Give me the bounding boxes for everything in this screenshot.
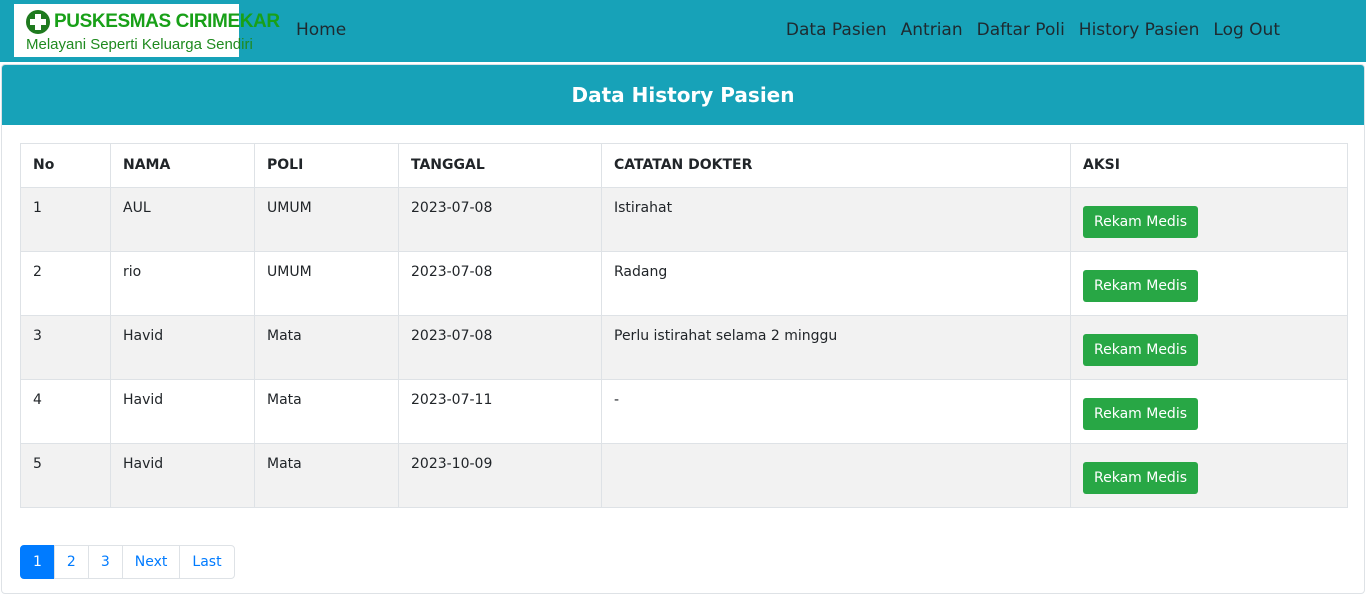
cell-poli: Mata — [254, 315, 399, 380]
cell-aksi: Rekam Medis — [1070, 251, 1348, 316]
cell-nama: Havid — [110, 379, 255, 444]
cell-catatan: Istirahat — [601, 187, 1071, 252]
nav-history-pasien-link[interactable]: History Pasien — [1079, 20, 1200, 40]
col-header-catatan: CATATAN DOKTER — [601, 143, 1071, 188]
cell-tanggal: 2023-07-08 — [398, 315, 602, 380]
nav-logout-link[interactable]: Log Out — [1213, 20, 1280, 40]
cell-no: 3 — [20, 315, 111, 380]
cell-no: 4 — [20, 379, 111, 444]
cell-poli: Mata — [254, 443, 399, 508]
col-header-aksi: AKSI — [1070, 143, 1348, 188]
cell-no: 1 — [20, 187, 111, 252]
next-page-link[interactable]: Next — [121, 545, 181, 579]
history-table: No NAMA POLI TANGGAL CATATAN DOKTER AKSI… — [20, 143, 1348, 508]
cell-aksi: Rekam Medis — [1070, 315, 1348, 380]
cell-tanggal: 2023-07-08 — [398, 251, 602, 316]
cell-no: 5 — [20, 443, 111, 508]
cell-poli: UMUM — [254, 251, 399, 316]
nav-menu: Data Pasien Antrian Daftar Poli History … — [786, 20, 1280, 40]
table-row: 5 Havid Mata 2023-10-09 Rekam Medis — [20, 443, 1348, 508]
cell-tanggal: 2023-07-08 — [398, 187, 602, 252]
nav-daftar-poli-link[interactable]: Daftar Poli — [977, 20, 1065, 40]
cell-nama: Havid — [110, 443, 255, 508]
nav-home-link[interactable]: Home — [296, 20, 346, 40]
cell-nama: AUL — [110, 187, 255, 252]
cell-nama: rio — [110, 251, 255, 316]
table-row: 4 Havid Mata 2023-07-11 - Rekam Medis — [20, 379, 1348, 444]
table-header-row: No NAMA POLI TANGGAL CATATAN DOKTER AKSI — [20, 143, 1348, 188]
col-header-no: No — [20, 143, 111, 188]
col-header-tanggal: TANGGAL — [398, 143, 602, 188]
cell-poli: UMUM — [254, 187, 399, 252]
last-page-link[interactable]: Last — [179, 545, 235, 579]
page-1-link[interactable]: 1 — [20, 545, 55, 579]
rekam-medis-button[interactable]: Rekam Medis — [1083, 270, 1199, 302]
rekam-medis-button[interactable]: Rekam Medis — [1083, 334, 1199, 366]
history-card: Data History Pasien No NAMA POLI TANGGAL… — [1, 64, 1365, 594]
page-3-link[interactable]: 3 — [87, 545, 123, 579]
cell-aksi: Rekam Medis — [1070, 443, 1348, 508]
top-navbar: PUSKESMAS CIRIMEKAR Melayani Seperti Kel… — [0, 0, 1366, 62]
cell-catatan: Perlu istirahat selama 2 minggu — [601, 315, 1071, 380]
rekam-medis-button[interactable]: Rekam Medis — [1083, 398, 1199, 430]
cell-tanggal: 2023-10-09 — [398, 443, 602, 508]
cell-nama: Havid — [110, 315, 255, 380]
col-header-nama: NAMA — [110, 143, 255, 188]
brand-subtitle: Melayani Seperti Keluarga Sendiri — [26, 36, 253, 53]
cell-catatan: - — [601, 379, 1071, 444]
nav-antrian-link[interactable]: Antrian — [901, 20, 963, 40]
cell-aksi: Rekam Medis — [1070, 187, 1348, 252]
table-row: 3 Havid Mata 2023-07-08 Perlu istirahat … — [20, 315, 1348, 380]
logo-top-row: PUSKESMAS CIRIMEKAR — [26, 10, 280, 34]
cell-tanggal: 2023-07-11 — [398, 379, 602, 444]
pagination: 1 2 3 Next Last — [20, 545, 235, 579]
cell-poli: Mata — [254, 379, 399, 444]
cell-no: 2 — [20, 251, 111, 316]
card-header: Data History Pasien — [2, 65, 1364, 125]
brand-logo[interactable]: PUSKESMAS CIRIMEKAR Melayani Seperti Kel… — [14, 4, 280, 57]
rekam-medis-button[interactable]: Rekam Medis — [1083, 462, 1199, 494]
cell-aksi: Rekam Medis — [1070, 379, 1348, 444]
cell-catatan — [601, 443, 1071, 508]
page-2-link[interactable]: 2 — [53, 545, 89, 579]
table-row: 2 rio UMUM 2023-07-08 Radang Rekam Medis — [20, 251, 1348, 316]
page-title: Data History Pasien — [571, 83, 795, 107]
medical-cross-icon — [26, 10, 50, 34]
nav-data-pasien-link[interactable]: Data Pasien — [786, 20, 887, 40]
brand-title: PUSKESMAS CIRIMEKAR — [54, 11, 280, 32]
table-row: 1 AUL UMUM 2023-07-08 Istirahat Rekam Me… — [20, 187, 1348, 252]
cell-catatan: Radang — [601, 251, 1071, 316]
rekam-medis-button[interactable]: Rekam Medis — [1083, 206, 1199, 238]
col-header-poli: POLI — [254, 143, 399, 188]
